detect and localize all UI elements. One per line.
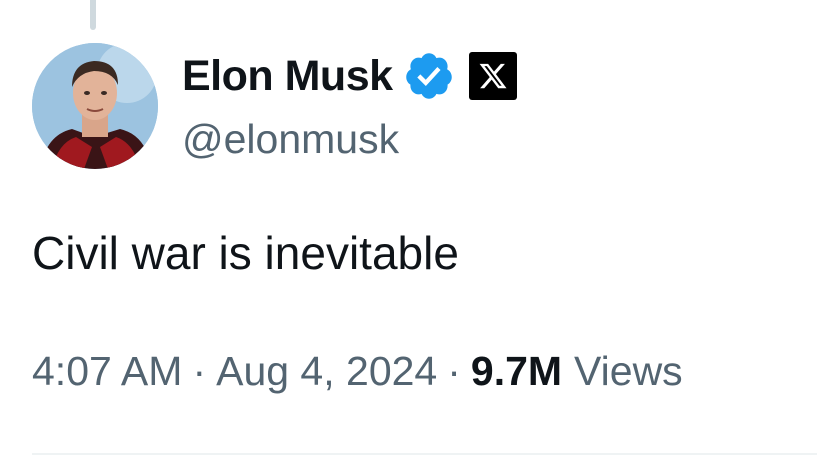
author-name-row: Elon Musk [182,46,517,106]
verified-badge-icon[interactable] [403,50,455,102]
divider [32,453,817,455]
author-display-name[interactable]: Elon Musk [182,52,393,101]
author-handle[interactable]: @elonmusk [182,116,399,163]
tweet-meta: 4:07 AM · Aug 4, 2024 · 9.7M Views [32,348,683,395]
x-logo-icon[interactable] [468,52,517,100]
meta-separator: · [447,348,461,394]
avatar[interactable] [32,43,158,169]
thread-connector-line [90,0,96,30]
tweet-date[interactable]: Aug 4, 2024 [216,348,437,395]
tweet-text: Civil war is inevitable [32,227,459,279]
views-count: 9.7M [470,348,563,394]
avatar-image [32,43,158,169]
tweet-time[interactable]: 4:07 AM [32,348,182,395]
views-label: Views [574,348,683,394]
meta-separator: · [192,348,207,394]
